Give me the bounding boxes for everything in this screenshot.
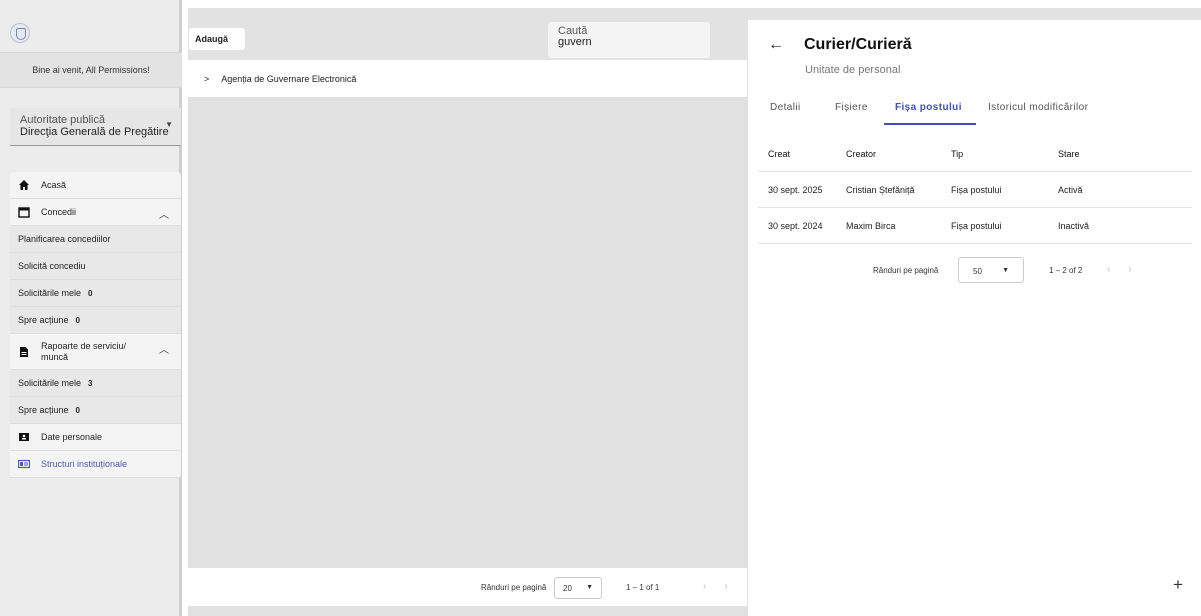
table-cell: Fișa postului: [951, 185, 1002, 195]
middle-content: [188, 97, 747, 568]
table-header: Creat Creator Tip Stare: [758, 136, 1192, 172]
document-icon: [18, 346, 30, 358]
sidebar-item-label: Solicitările mele: [18, 378, 82, 388]
sidebar-item-leave[interactable]: Concedii ︿: [10, 199, 181, 226]
column-header[interactable]: Tip: [951, 149, 963, 159]
sidebar-item-label: Planificarea concediilor: [18, 234, 111, 244]
column-header[interactable]: Stare: [1058, 149, 1080, 159]
logo-icon[interactable]: [10, 23, 30, 43]
sidebar-subitem-report-requests[interactable]: Solicitările mele 3: [10, 370, 181, 397]
sidebar-subitem-leave-planning[interactable]: Planificarea concediilor: [10, 226, 181, 253]
sidebar-subitem-to-action[interactable]: Spre acțiune 0: [10, 307, 181, 334]
count-badge: 0: [75, 405, 80, 415]
sidebar-item-label: Acasă: [41, 180, 67, 190]
table-row[interactable]: 30 sept. 2024 Maxim Birca Fișa postului …: [758, 208, 1192, 244]
sidebar-item-label: Concedii: [41, 207, 77, 217]
home-icon: [18, 179, 30, 191]
sidebar-item-label: Rapoarte de serviciu/ muncă: [41, 340, 127, 362]
count-badge: 0: [88, 288, 93, 298]
page-title: Curier/Curieră: [804, 36, 912, 53]
sidebar-item-label: Solicitările mele: [18, 288, 82, 298]
page-subtitle: Unitate de personal: [805, 64, 901, 76]
count-badge: 0: [75, 315, 80, 325]
table-cell: Inactivă: [1058, 221, 1090, 231]
page-size-value: 20: [563, 584, 572, 593]
page-range: 1 – 2 of 2: [1049, 266, 1083, 275]
active-tab-indicator: [884, 123, 976, 125]
column-header[interactable]: Creator: [846, 149, 876, 159]
sidebar-item-structures[interactable]: Structuri instituționale: [10, 451, 181, 478]
add-button[interactable]: Adaugă: [189, 28, 245, 50]
sidebar-item-personal-data[interactable]: Date personale: [10, 424, 181, 451]
chevron-down-icon: ▼: [586, 584, 593, 591]
table-cell: Maxim Birca: [846, 221, 896, 231]
badge-icon: [18, 458, 30, 470]
sidebar-subitem-report-to-action[interactable]: Spre acțiune 0: [10, 397, 181, 424]
bottom-strip: [188, 606, 747, 616]
rows-per-page-label: Rânduri pe pagină: [873, 266, 939, 275]
top-band: [188, 8, 1201, 20]
tab-job-description[interactable]: Fișa postului: [895, 102, 962, 113]
chevron-right-icon[interactable]: ›: [724, 581, 745, 592]
authority-label: Autoritate publică: [20, 114, 105, 126]
page-range: 1 – 1 of 1: [626, 583, 660, 592]
id-card-icon: [18, 431, 30, 443]
count-badge: 3: [88, 378, 93, 388]
sidebar-item-home[interactable]: Acasă: [10, 172, 181, 199]
tabs: Detalii Fișiere Fișa postului Istoricul …: [748, 98, 1201, 126]
authority-value: Direcţia Generală de Pregătire: [20, 126, 169, 138]
authority-select[interactable]: Autoritate publică Direcţia Generală de …: [10, 108, 181, 146]
search-value: guvern: [558, 36, 592, 48]
table-pagination: Rânduri pe pagină 50 ▼ 1 – 2 of 2 ‹›: [748, 252, 1201, 288]
sidebar-subitem-request-leave[interactable]: Solicită concediu: [10, 253, 181, 280]
middle-pagination: Rânduri pe pagină 20 ▼ 1 – 1 of 1 ‹›: [188, 568, 747, 606]
calendar-icon: [18, 206, 30, 218]
column-header[interactable]: Creat: [768, 149, 790, 159]
table-cell: Cristian Ștefăniță: [846, 185, 915, 195]
table-row[interactable]: 30 sept. 2025 Cristian Ștefăniță Fișa po…: [758, 172, 1192, 208]
table-cell: Activă: [1058, 185, 1083, 195]
search-input[interactable]: Caută guvern: [548, 22, 710, 58]
sidebar-item-label: Spre acțiune: [18, 405, 69, 415]
sidebar-item-label: Date personale: [41, 432, 103, 442]
page-size-value: 50: [973, 267, 982, 276]
sidebar-item-label: Structuri instituționale: [41, 459, 128, 469]
table-cell: 30 sept. 2025: [768, 185, 823, 195]
detail-panel: ← Curier/Curieră Unitate de personal Det…: [747, 20, 1201, 616]
arrow-left-icon[interactable]: ←: [768, 36, 784, 54]
sidebar: Bine ai venit, All Permissions! Autorita…: [0, 0, 182, 616]
plus-icon[interactable]: +: [1173, 575, 1183, 595]
tab-details[interactable]: Detalii: [770, 102, 801, 113]
page-size-select[interactable]: 20 ▼: [554, 577, 602, 599]
sidebar-item-label: Solicită concediu: [18, 261, 86, 271]
tree-row-label: Agenția de Guvernare Electronică: [221, 73, 357, 84]
table-cell: Fișa postului: [951, 221, 1002, 231]
chevron-right-icon[interactable]: >: [204, 74, 209, 84]
sidebar-subitem-my-requests[interactable]: Solicitările mele 0: [10, 280, 181, 307]
tree-row[interactable]: > Agenția de Guvernare Electronică: [188, 60, 747, 97]
chevron-up-icon[interactable]: ︿: [159, 341, 169, 356]
chevron-up-icon[interactable]: ︿: [159, 206, 169, 221]
table-cell: 30 sept. 2024: [768, 221, 823, 231]
welcome-text: Bine ai venit, All Permissions!: [0, 52, 182, 88]
chevron-right-icon[interactable]: ›: [1128, 264, 1149, 275]
chevron-down-icon: ▼: [1002, 267, 1009, 274]
rows-per-page-label: Rânduri pe pagină: [481, 583, 547, 592]
chevron-down-icon: ▼: [165, 120, 173, 129]
chevron-left-icon[interactable]: ‹: [1107, 264, 1128, 275]
page-size-select[interactable]: 50 ▼: [958, 257, 1024, 283]
tab-files[interactable]: Fișiere: [835, 102, 868, 113]
sidebar-item-label: Spre acțiune: [18, 315, 69, 325]
pagination-arrows[interactable]: ‹›: [703, 581, 746, 592]
sidebar-item-reports[interactable]: Rapoarte de serviciu/ muncă ︿: [10, 334, 181, 370]
chevron-left-icon[interactable]: ‹: [703, 581, 724, 592]
tab-change-history[interactable]: Istoricul modificărilor: [988, 102, 1088, 113]
sidebar-menu: Acasă Concedii ︿ Planificarea concediilo…: [10, 172, 181, 478]
pagination-arrows[interactable]: ‹›: [1107, 264, 1150, 275]
